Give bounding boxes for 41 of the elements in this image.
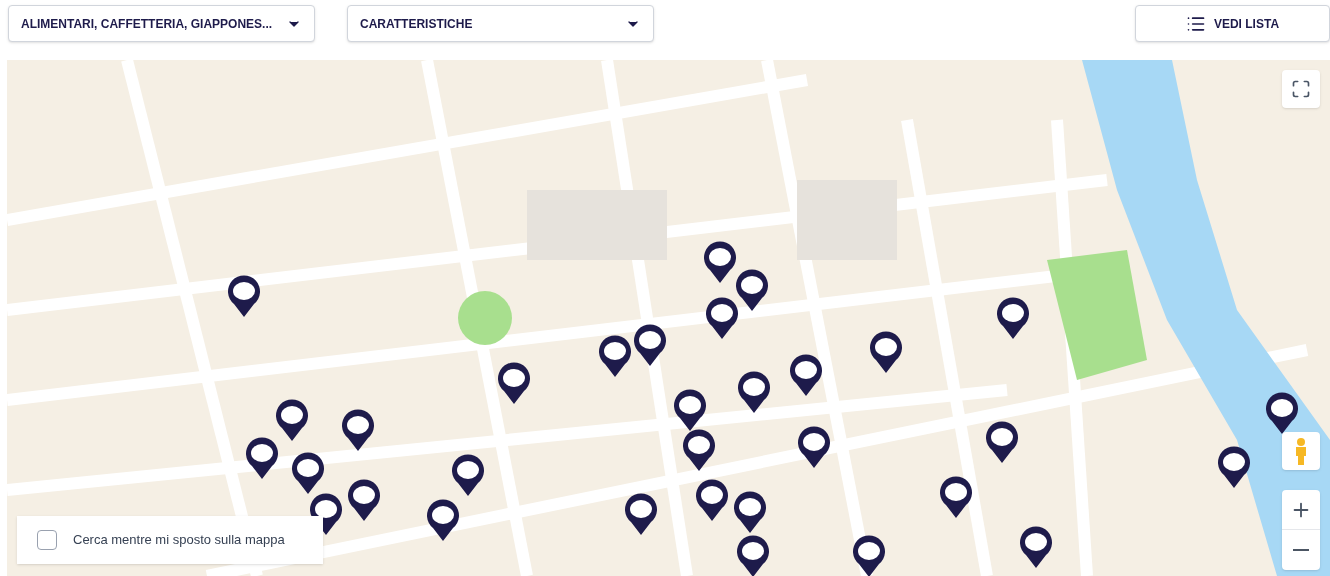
- filter-dropdown[interactable]: ALIMENTARI, CAFFETTERIA, GIAPPONES...: [8, 5, 315, 42]
- map-pin-icon[interactable]: [995, 296, 1031, 340]
- map-pin-icon[interactable]: [346, 478, 382, 522]
- map-pin-icon[interactable]: [788, 353, 824, 397]
- map-pin-icon[interactable]: [496, 361, 532, 405]
- map-view[interactable]: Cerca mentre mi sposto sulla mappa: [7, 60, 1330, 576]
- map-pin-icon[interactable]: [984, 420, 1020, 464]
- map-pin-icon[interactable]: [1018, 525, 1054, 569]
- map-pin-icon[interactable]: [851, 534, 887, 576]
- map-pin-icon[interactable]: [736, 370, 772, 414]
- map-pin-icon[interactable]: [735, 534, 771, 576]
- map-pin-icon[interactable]: [796, 425, 832, 469]
- map-pin-icon[interactable]: [938, 475, 974, 519]
- map-pin-icon[interactable]: [1264, 391, 1300, 435]
- list-button[interactable]: VEDI LISTA: [1135, 5, 1330, 42]
- map-pin-icon[interactable]: [340, 408, 376, 452]
- map-pin-icon[interactable]: [244, 436, 280, 480]
- map-pin-icon[interactable]: [734, 268, 770, 312]
- map-pin-icon[interactable]: [694, 478, 730, 522]
- map-pin-icon[interactable]: [226, 274, 262, 318]
- map-pin-icon[interactable]: [702, 240, 738, 284]
- map-pin-icon[interactable]: [290, 451, 326, 495]
- minus-icon: [1293, 549, 1309, 551]
- map-pin-icon[interactable]: [868, 330, 904, 374]
- person-icon: [1293, 437, 1309, 465]
- map-pin-icon[interactable]: [597, 334, 633, 378]
- fullscreen-icon: [1291, 79, 1311, 99]
- map-pin-icon[interactable]: [1216, 445, 1252, 489]
- checkbox-label: Cerca mentre mi sposto sulla mappa: [73, 531, 285, 550]
- map-pin-icon[interactable]: [632, 323, 668, 367]
- fullscreen-button[interactable]: [1282, 70, 1320, 108]
- map-pin-icon[interactable]: [704, 296, 740, 340]
- map-pin-icon[interactable]: [623, 492, 659, 536]
- map-pin-icon[interactable]: [732, 490, 768, 534]
- map-pin-icon[interactable]: [425, 498, 461, 542]
- map-pin-icon[interactable]: [274, 398, 310, 442]
- map-pin-icon[interactable]: [450, 453, 486, 497]
- filter-dropdown[interactable]: CARATTERISTICHE: [347, 5, 654, 42]
- map-pin-icon[interactable]: [672, 388, 708, 432]
- checkbox[interactable]: [37, 530, 57, 550]
- map-pin-icon[interactable]: [681, 428, 717, 472]
